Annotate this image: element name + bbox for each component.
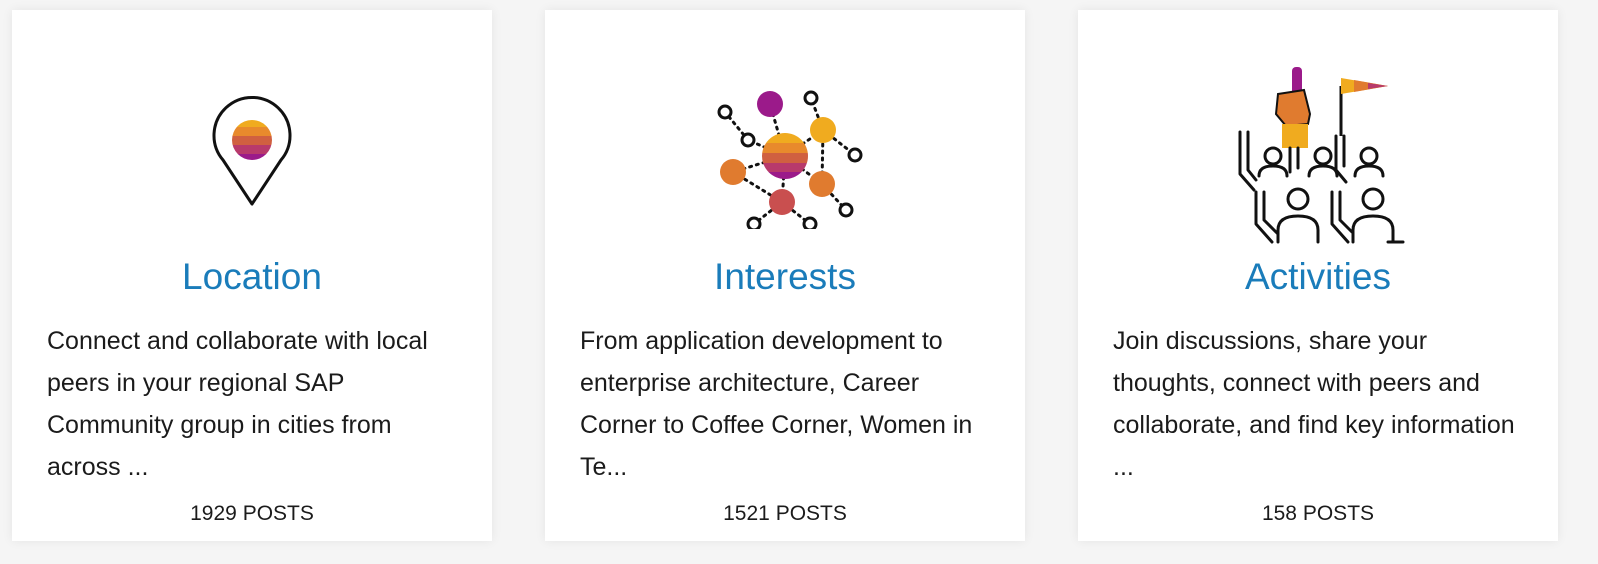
- posts-count-value: 1521: [723, 502, 770, 525]
- posts-count: 1521 POSTS: [545, 501, 1025, 527]
- card-title[interactable]: Interests: [545, 255, 1025, 299]
- network-interests-icon: [545, 64, 1025, 244]
- category-card-activities[interactable]: Activities Join discussions, share your …: [1078, 10, 1558, 541]
- posts-count-label: POSTS: [775, 502, 847, 525]
- location-pin-icon: [12, 64, 492, 244]
- category-card-location[interactable]: Location Connect and collaborate with lo…: [12, 10, 492, 541]
- card-description: Join discussions, share your thoughts, c…: [1113, 327, 1515, 481]
- posts-count-value: 158: [1261, 502, 1297, 525]
- category-card-interests[interactable]: Interests From application development t…: [545, 10, 1025, 541]
- posts-count-label: POSTS: [242, 502, 314, 525]
- posts-count: 158 POSTS: [1078, 501, 1558, 527]
- card-title[interactable]: Activities: [1078, 255, 1558, 299]
- posts-count-value: 1929: [190, 502, 237, 525]
- posts-count-label: POSTS: [1302, 502, 1375, 525]
- card-description: Connect and collaborate with local peers…: [47, 327, 428, 481]
- card-title[interactable]: Location: [12, 255, 492, 299]
- posts-count: 1929 POSTS: [12, 501, 492, 527]
- crowd-activities-icon: [1078, 64, 1558, 244]
- card-description: From application development to enterpri…: [580, 327, 973, 481]
